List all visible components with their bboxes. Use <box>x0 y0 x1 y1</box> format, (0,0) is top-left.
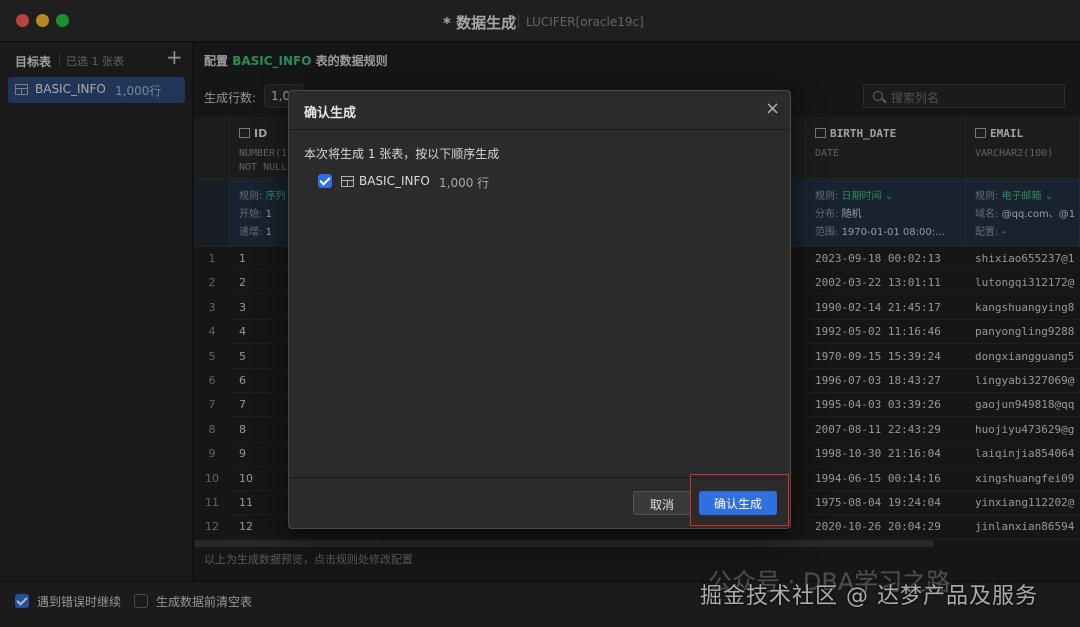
confirm-dialog: 确认生成 × 本次将生成 1 张表，按以下顺序生成 BASIC_INFO 1,0… <box>288 90 791 529</box>
table-icon <box>341 176 354 187</box>
highlight-box <box>690 474 789 526</box>
table-checkbox[interactable] <box>318 174 332 188</box>
dialog-header: 确认生成 × <box>289 91 790 130</box>
dialog-title: 确认生成 <box>304 106 357 121</box>
cancel-button[interactable]: 取消 <box>633 491 691 515</box>
dialog-table-rows: 1,000 行 <box>439 176 490 190</box>
dialog-table-name: BASIC_INFO <box>359 174 430 188</box>
dialog-description: 本次将生成 1 张表，按以下顺序生成 <box>304 147 500 161</box>
close-icon[interactable]: × <box>765 98 780 119</box>
